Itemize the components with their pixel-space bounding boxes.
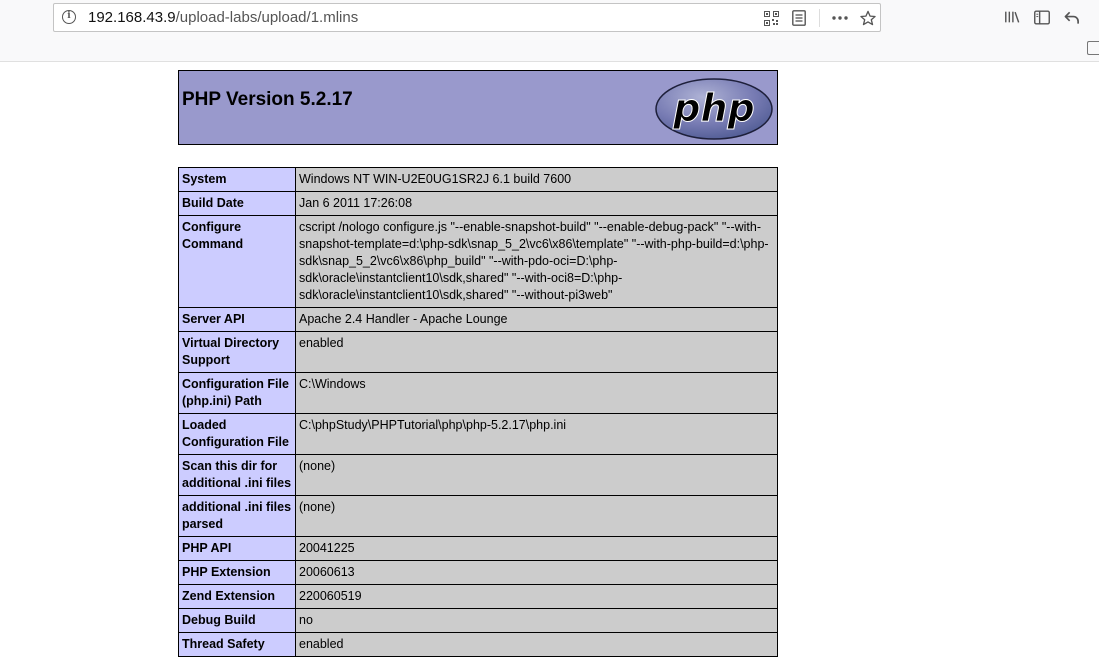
reader-view-icon[interactable] [791,10,807,26]
row-key: Loaded Configuration File [178,413,296,455]
row-key: Virtual Directory Support [178,331,296,373]
row-key: Scan this dir for additional .ini files [178,454,296,496]
row-value: Jan 6 2011 17:26:08 [295,191,778,216]
table-row: PHP API 20041225 [178,536,778,561]
phpinfo-header: PHP Version 5.2.17 php [178,70,778,145]
table-row: System Windows NT WIN-U2E0UG1SR2J 6.1 bui… [178,167,778,192]
url-path: /upload-labs/upload/1.mlins [175,9,359,26]
back-arrow-icon[interactable] [1064,9,1080,25]
page-title: PHP Version 5.2.17 [182,89,353,110]
row-key: System [178,167,296,192]
row-key: Build Date [178,191,296,216]
row-value: C:\phpStudy\PHPTutorial\php\php-5.2.17\p… [295,413,778,455]
table-row: Configure Command cscript /nologo configu… [178,215,778,308]
svg-text:php: php [672,86,754,130]
row-value: 20041225 [295,536,778,561]
row-value: enabled [295,331,778,373]
table-row: Loaded Configuration File C:\phpStudy\PHP… [178,413,778,455]
qr-code-icon[interactable] [763,10,779,26]
table-row: Virtual Directory Support enabled [178,331,778,373]
table-row: Build Date Jan 6 2011 17:26:08 [178,191,778,216]
library-icon[interactable] [1004,9,1020,25]
table-row: Zend Extension 220060519 [178,584,778,609]
php-logo[interactable]: php [655,78,773,140]
row-value: Apache 2.4 Handler - Apache Lounge [295,307,778,332]
row-value: 20060613 [295,560,778,585]
row-key: Server API [178,307,296,332]
page-content: PHP Version 5.2.17 php System Windows NT … [0,62,1099,663]
row-value: (none) [295,454,778,496]
row-key: additional .ini files parsed [178,495,296,537]
row-value: 220060519 [295,584,778,609]
site-info-icon[interactable]: i [62,10,76,24]
table-row: additional .ini files parsed (none) [178,495,778,537]
url-text[interactable]: 192.168.43.9/upload-labs/upload/1.mlins [88,9,358,26]
row-key: Configure Command [178,215,296,308]
phpinfo-container: PHP Version 5.2.17 php System Windows NT … [178,70,778,657]
table-row: Scan this dir for additional .ini files(… [178,454,778,496]
table-row: PHP Extension 20060613 [178,560,778,585]
table-row: Thread Safety enabled [178,632,778,657]
row-value: enabled [295,632,778,657]
row-value: C:\Windows [295,372,778,414]
table-row: Server API Apache 2.4 Handler - Apache Lo… [178,307,778,332]
device-icon[interactable] [1087,41,1099,55]
row-value: no [295,608,778,633]
bookmark-star-icon[interactable] [860,10,876,26]
toolbar-right-icons [1004,9,1080,25]
more-actions-icon[interactable] [832,10,848,26]
browser-toolbar: i 192.168.43.9/upload-labs/upload/1.mlin… [0,0,1099,62]
table-row: Configuration File (php.ini) Path C:\Wind… [178,372,778,414]
address-bar[interactable]: i 192.168.43.9/upload-labs/upload/1.mlin… [53,3,881,32]
row-key: Zend Extension [178,584,296,609]
address-bar-actions [763,7,876,29]
row-key: PHP API [178,536,296,561]
sidebar-icon[interactable] [1034,9,1050,25]
url-host: 192.168.43.9 [88,9,176,26]
divider [819,9,820,27]
php-info-table: System Windows NT WIN-U2E0UG1SR2J 6.1 bui… [178,167,778,657]
row-value: (none) [295,495,778,537]
row-key: Thread Safety [178,632,296,657]
row-value: Windows NT WIN-U2E0UG1SR2J 6.1 build 760… [295,167,778,192]
row-key: PHP Extension [178,560,296,585]
row-key: Debug Build [178,608,296,633]
row-key: Configuration File (php.ini) Path [178,372,296,414]
table-row: Debug Build no [178,608,778,633]
row-value: cscript /nologo configure.js "--enable-s… [295,215,778,308]
